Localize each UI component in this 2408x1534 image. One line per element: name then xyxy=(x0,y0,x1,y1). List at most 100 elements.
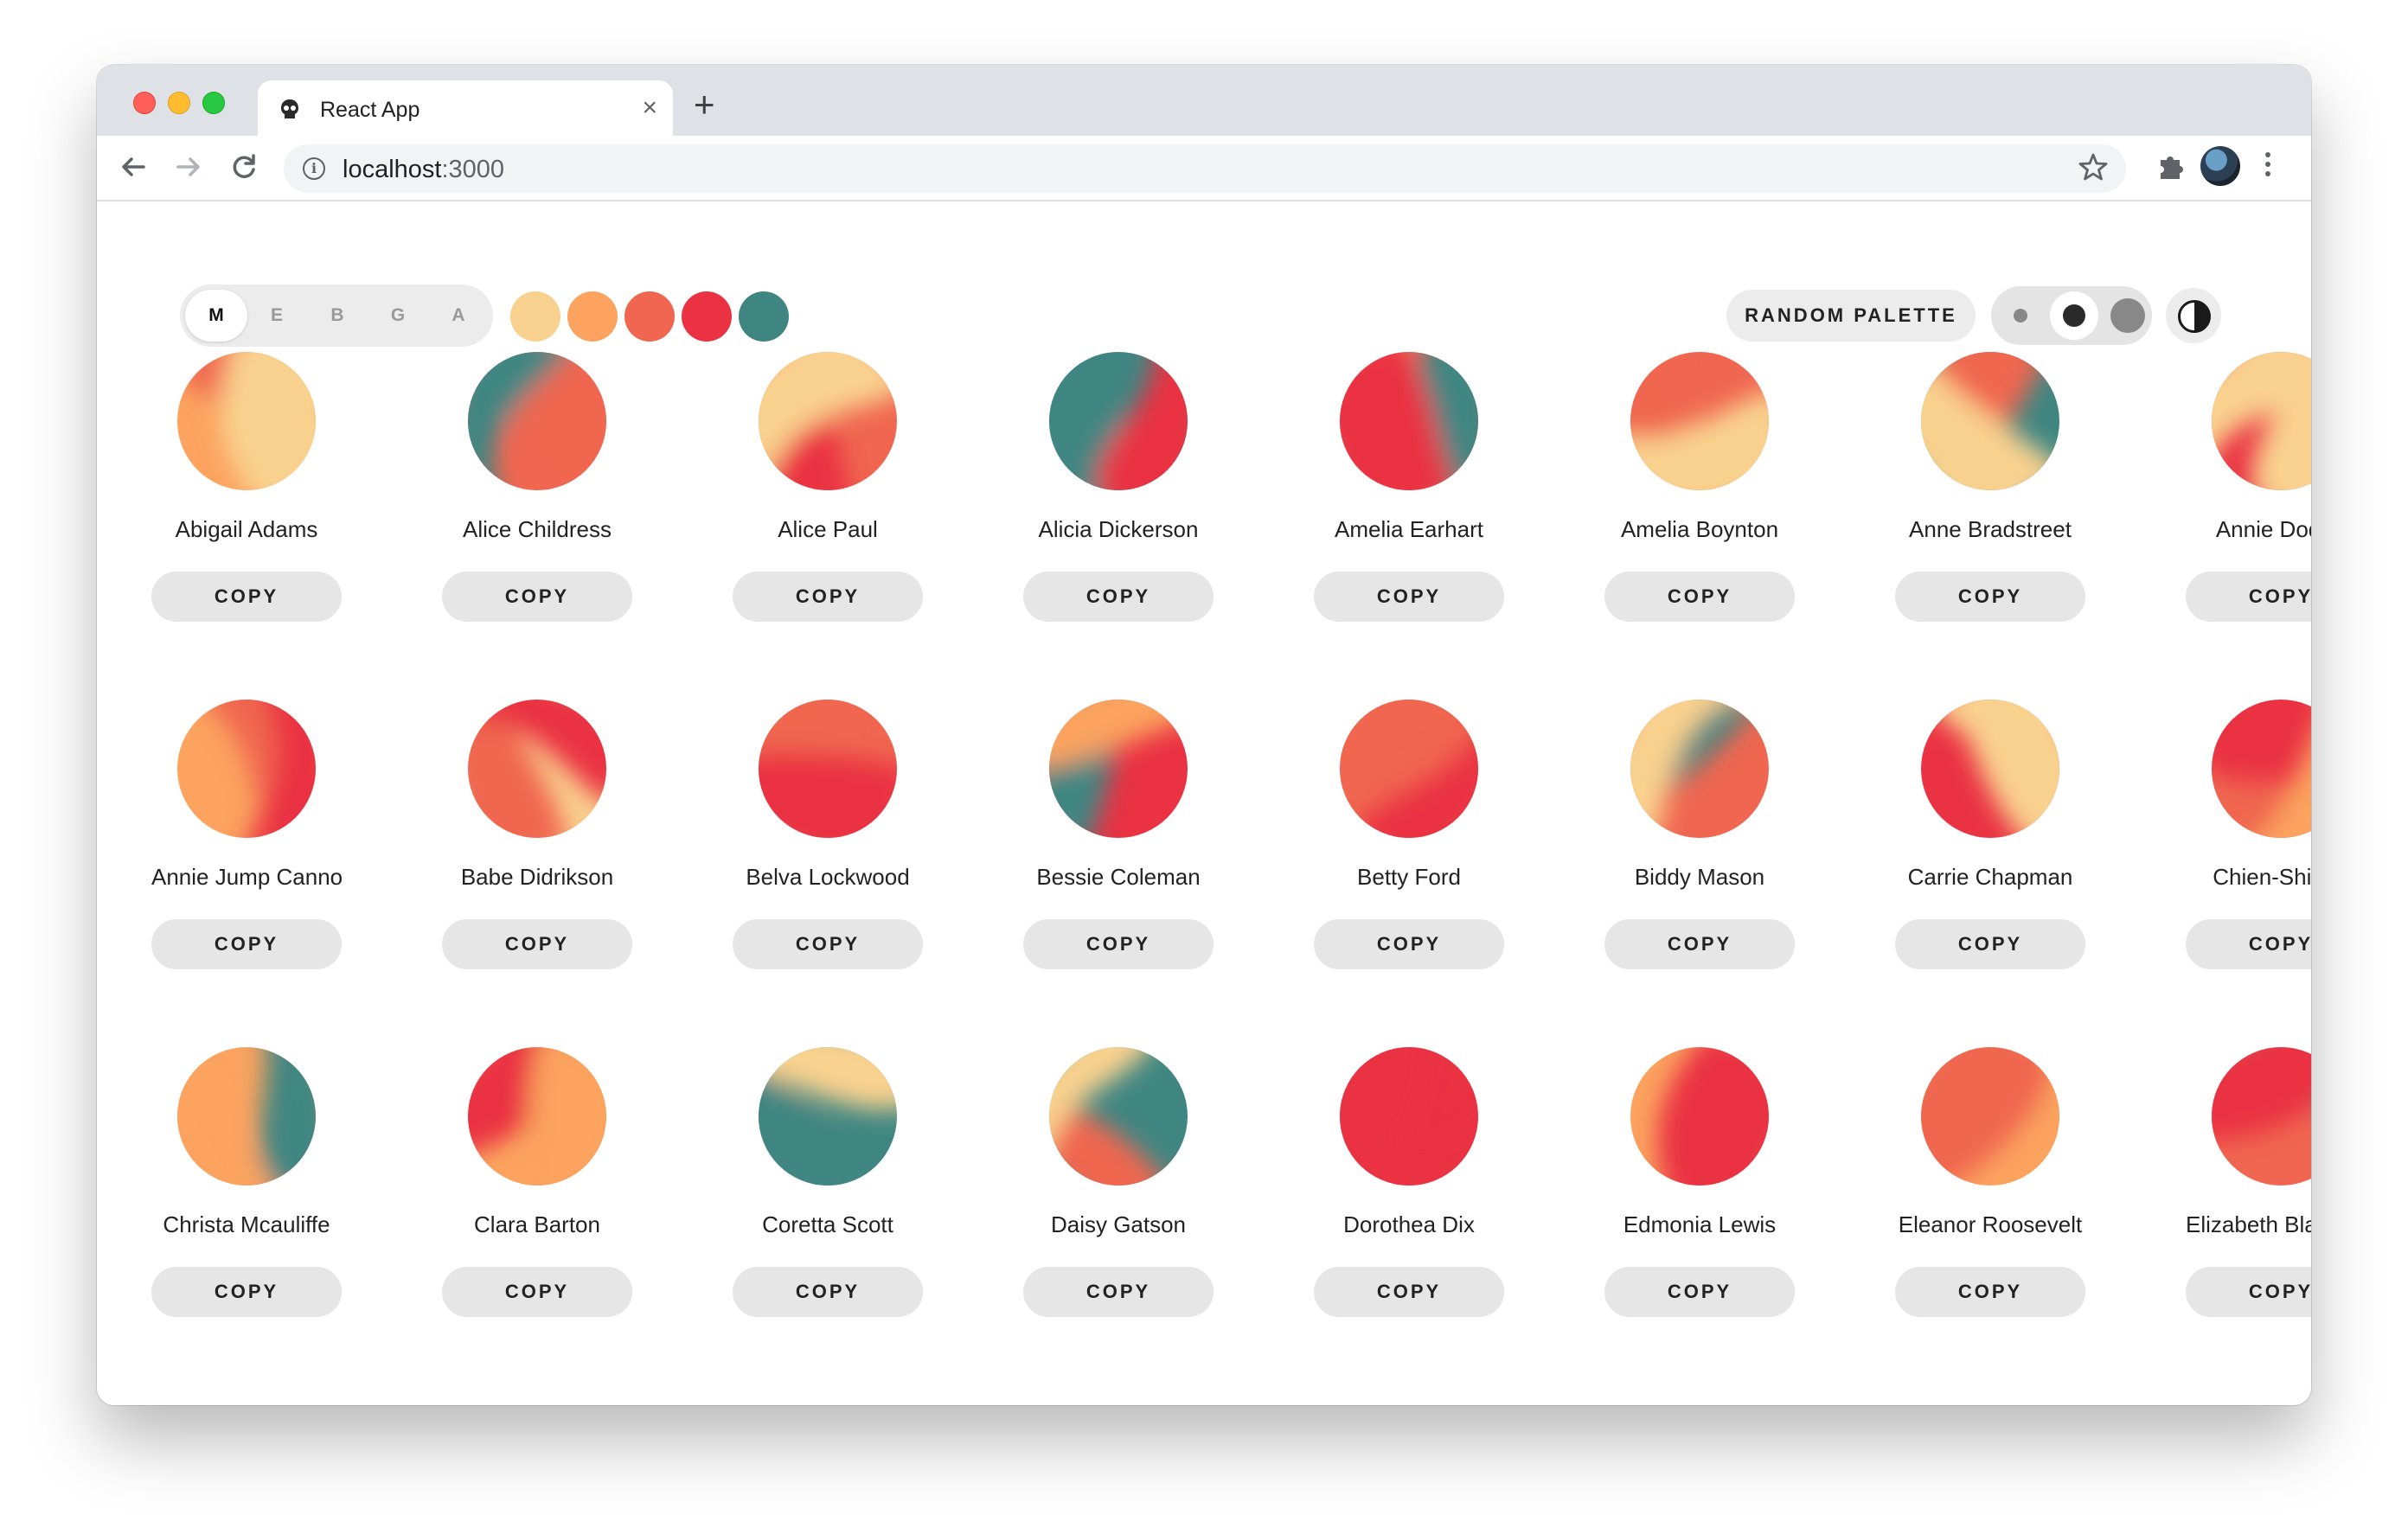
copy-button[interactable]: COPY xyxy=(1604,572,1795,622)
palette-swatch[interactable] xyxy=(567,291,618,342)
copy-button[interactable]: COPY xyxy=(1895,919,2085,969)
reload-icon[interactable] xyxy=(225,148,263,186)
url-text[interactable]: localhost:3000 xyxy=(343,156,504,184)
copy-button[interactable]: COPY xyxy=(1314,572,1504,622)
size-selector xyxy=(1991,286,2152,345)
avatar-card: Belva Lockwood COPY xyxy=(699,700,957,1002)
variant-tab-e[interactable]: E xyxy=(246,290,308,342)
avatar-image xyxy=(1049,352,1188,490)
avatar-card: Coretta Scott COPY xyxy=(699,1047,957,1350)
avatar-name: Edmonia Lewis xyxy=(1623,1211,1777,1237)
avatar-card: Amelia Boynton COPY xyxy=(1571,352,1828,655)
avatar-name: Dorothea Dix xyxy=(1343,1211,1475,1237)
avatar-card: Edmonia Lewis COPY xyxy=(1571,1047,1828,1350)
copy-button[interactable]: COPY xyxy=(1604,919,1795,969)
tab-title: React App xyxy=(320,98,420,122)
copy-button[interactable]: COPY xyxy=(1023,572,1214,622)
avatar-image xyxy=(1630,700,1769,838)
address-bar[interactable]: i localhost:3000 xyxy=(284,144,2126,193)
avatar-image xyxy=(759,700,897,838)
extensions-puzzle-icon[interactable] xyxy=(2154,150,2188,184)
variant-selector: MEBGA xyxy=(180,284,493,347)
palette-swatch[interactable] xyxy=(739,291,789,342)
avatar-name: Daisy Gatson xyxy=(1050,1211,1187,1237)
copy-button[interactable]: COPY xyxy=(151,572,342,622)
avatar-name: Belva Lockwood xyxy=(746,864,910,890)
variant-tab-m[interactable]: M xyxy=(185,290,247,342)
palette-swatch[interactable] xyxy=(510,291,560,342)
copy-button[interactable]: COPY xyxy=(733,1267,923,1317)
close-window-button[interactable] xyxy=(133,92,156,114)
copy-button[interactable]: COPY xyxy=(442,1267,632,1317)
copy-button[interactable]: COPY xyxy=(1314,1267,1504,1317)
avatar-card: Annie Dodge COPY xyxy=(2152,352,2311,655)
copy-button[interactable]: COPY xyxy=(151,1267,342,1317)
copy-button[interactable]: COPY xyxy=(2186,1267,2311,1317)
profile-avatar[interactable] xyxy=(2200,146,2240,186)
avatar-card: Chien-Shiung COPY xyxy=(2152,700,2311,1002)
copy-button[interactable]: COPY xyxy=(1895,1267,2085,1317)
new-tab-button[interactable]: + xyxy=(694,86,715,123)
avatar-name: Amelia Earhart xyxy=(1335,516,1483,542)
avatar-card: Betty Ford COPY xyxy=(1280,700,1538,1002)
avatar-name: Alice Paul xyxy=(778,516,878,542)
variant-tab-b[interactable]: B xyxy=(306,290,368,342)
variant-tab-a[interactable]: A xyxy=(427,290,490,342)
copy-button[interactable]: COPY xyxy=(151,919,342,969)
copy-button[interactable]: COPY xyxy=(733,572,923,622)
avatar-card: Babe Didrikson COPY xyxy=(408,700,666,1002)
size-dot-icon xyxy=(2110,298,2145,333)
copy-button[interactable]: COPY xyxy=(1023,1267,1214,1317)
copy-button[interactable]: COPY xyxy=(2186,919,2311,969)
copy-button[interactable]: COPY xyxy=(2186,572,2311,622)
avatar-card: Annie Jump Cannon COPY xyxy=(118,700,375,1002)
avatar-name: Chien-Shiung xyxy=(2213,864,2311,890)
avatar-name: Bessie Coleman xyxy=(1036,864,1201,890)
minimize-window-button[interactable] xyxy=(168,92,190,114)
maximize-window-button[interactable] xyxy=(202,92,225,114)
avatar-name: Alicia Dickerson xyxy=(1038,516,1199,542)
avatar-card: Alicia Dickerson COPY xyxy=(989,352,1247,655)
copy-button[interactable]: COPY xyxy=(1604,1267,1795,1317)
avatar-card: Elizabeth Blackwell COPY xyxy=(2152,1047,2311,1350)
avatar-image xyxy=(1049,700,1188,838)
avatar-image xyxy=(468,700,606,838)
copy-button[interactable]: COPY xyxy=(1895,572,2085,622)
avatar-image xyxy=(177,1047,316,1186)
copy-button[interactable]: COPY xyxy=(442,572,632,622)
avatar-image xyxy=(2212,1047,2311,1186)
avatar-name: Christa Mcauliffe xyxy=(163,1211,330,1237)
back-arrow-icon[interactable] xyxy=(114,148,152,186)
palette-swatch[interactable] xyxy=(682,291,732,342)
copy-button[interactable]: COPY xyxy=(733,919,923,969)
avatar-image xyxy=(177,700,316,838)
avatar-card: Daisy Gatson COPY xyxy=(989,1047,1247,1350)
forward-arrow-icon[interactable] xyxy=(170,148,208,186)
copy-button[interactable]: COPY xyxy=(442,919,632,969)
browser-tab[interactable]: React App × xyxy=(258,80,673,137)
size-option-medium[interactable] xyxy=(2050,291,2098,340)
avatar-name: Amelia Boynton xyxy=(1620,516,1779,542)
avatar-card: Christa Mcauliffe COPY xyxy=(118,1047,375,1350)
size-option-small[interactable] xyxy=(1996,291,2045,340)
bookmark-star-icon[interactable] xyxy=(2078,151,2109,189)
variant-tab-g[interactable]: G xyxy=(367,290,429,342)
avatar-name: Abigail Adams xyxy=(175,516,318,542)
browser-menu-icon[interactable] xyxy=(2259,148,2277,186)
avatar-card: Dorothea Dix COPY xyxy=(1280,1047,1538,1350)
avatar-image xyxy=(1921,1047,2059,1186)
browser-window: React App × + i localhost:3000 MEBGA RAN… xyxy=(97,65,2311,1405)
random-palette-button[interactable]: RANDOM PALETTE xyxy=(1726,290,1976,342)
palette-swatch[interactable] xyxy=(624,291,675,342)
avatar-name: Annie Dodge xyxy=(2215,516,2311,542)
avatar-name: Clara Barton xyxy=(474,1211,600,1237)
avatar-name: Eleanor Roosevelt xyxy=(1898,1211,2083,1237)
size-option-large[interactable] xyxy=(2104,291,2152,340)
tab-close-icon[interactable]: × xyxy=(642,94,657,122)
info-icon[interactable]: i xyxy=(303,157,325,180)
copy-button[interactable]: COPY xyxy=(1023,919,1214,969)
avatar-name: Babe Didrikson xyxy=(460,864,614,890)
theme-toggle-button[interactable] xyxy=(2166,288,2221,343)
copy-button[interactable]: COPY xyxy=(1314,919,1504,969)
avatar-image xyxy=(468,352,606,490)
